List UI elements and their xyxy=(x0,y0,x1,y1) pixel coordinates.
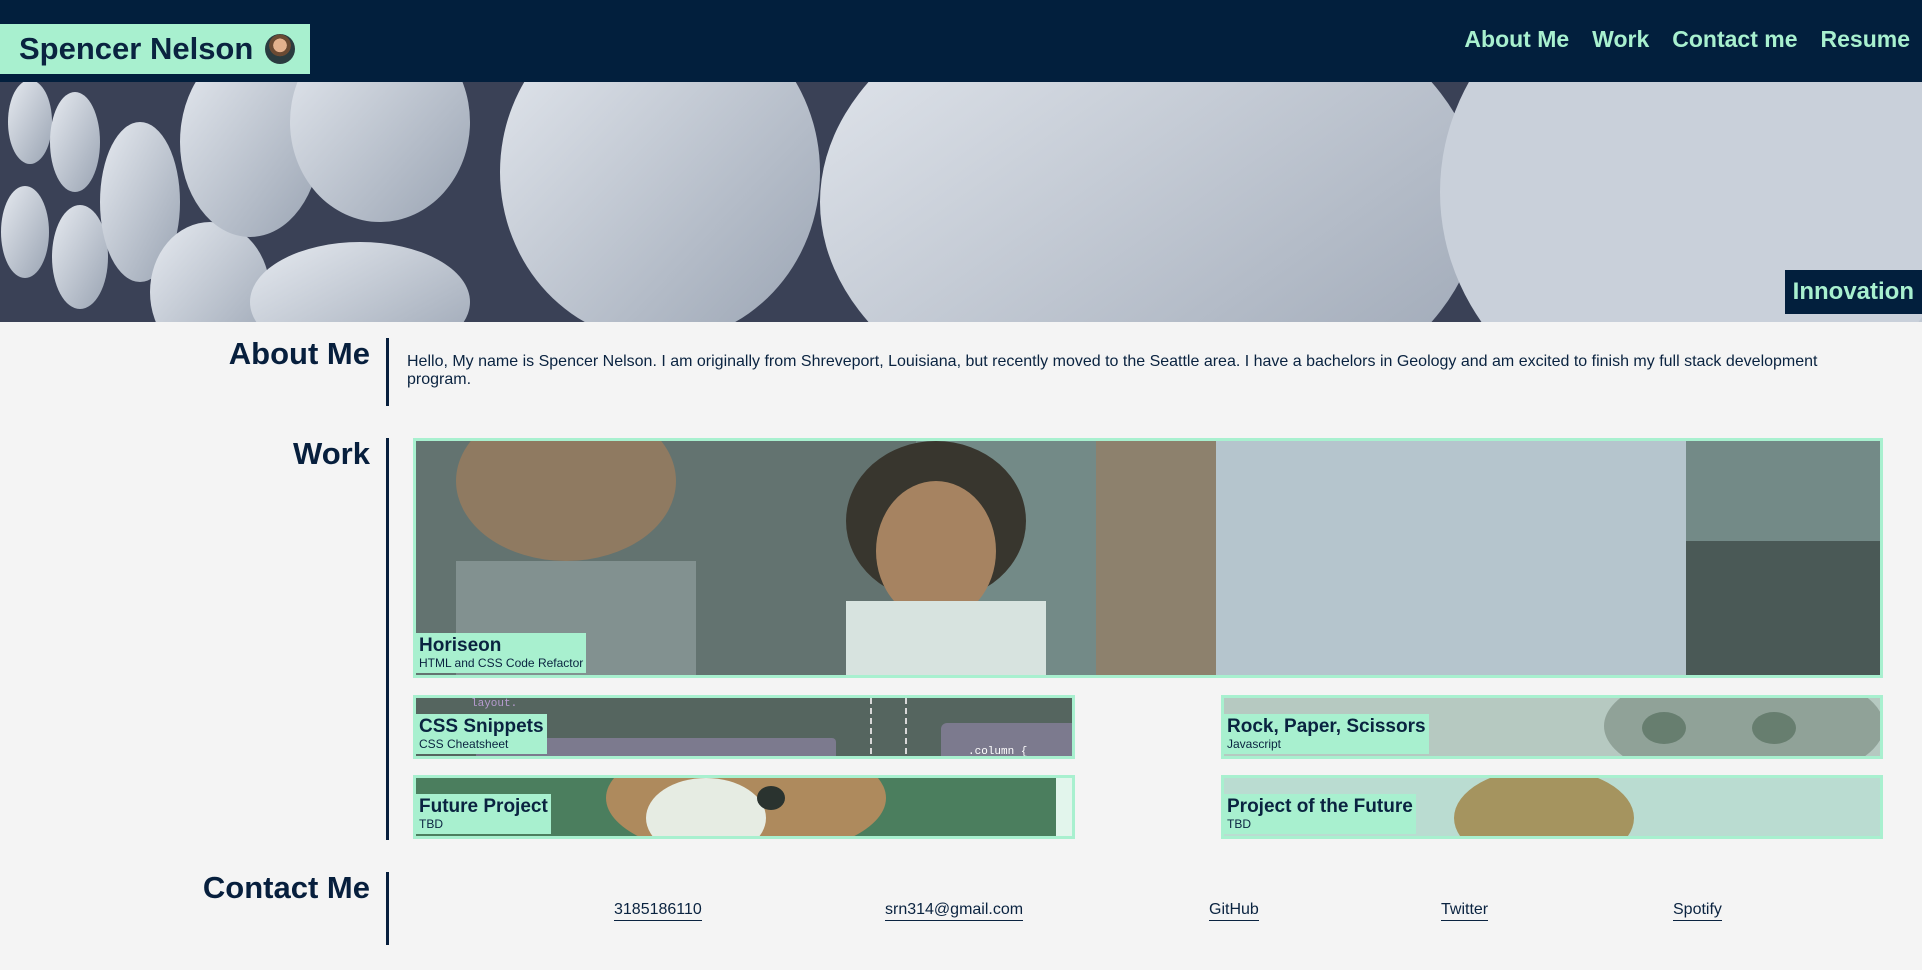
project-card-future-project[interactable]: Future Project TBD xyxy=(413,775,1075,839)
avatar xyxy=(265,34,296,64)
nav-resume[interactable]: Resume xyxy=(1821,26,1910,53)
project-label: Project of the Future TBD xyxy=(1224,794,1416,834)
project-subtitle: CSS Cheatsheet xyxy=(419,737,509,751)
project-card-rock-paper-scissors[interactable]: Rock, Paper, Scissors Javascript xyxy=(1221,695,1883,759)
about-text: Hello, My name is Spencer Nelson. I am o… xyxy=(407,353,1818,388)
project-title: Rock, Paper, Scissors xyxy=(1227,716,1426,737)
work-divider xyxy=(386,438,389,840)
project-card-project-of-the-future[interactable]: Project of the Future TBD xyxy=(1221,775,1883,839)
about-divider xyxy=(386,338,389,406)
site-header: Spencer Nelson About Me Work Contact me … xyxy=(0,0,1922,82)
project-subtitle: TBD xyxy=(1227,817,1251,831)
hero-image xyxy=(0,82,1922,322)
hero-banner: Innovation xyxy=(0,82,1922,322)
project-label: CSS Snippets CSS Cheatsheet xyxy=(416,714,547,754)
brand[interactable]: Spencer Nelson xyxy=(0,24,310,74)
project-subtitle: Javascript xyxy=(1227,737,1282,751)
contact-email-link[interactable]: srn314@gmail.com xyxy=(885,901,1024,921)
project-title: Future Project xyxy=(419,796,548,817)
project-image xyxy=(416,441,1880,675)
project-label: Horiseon HTML and CSS Code Refactor xyxy=(416,633,587,673)
project-label: Rock, Paper, Scissors Javascript xyxy=(1224,714,1429,754)
snippet-code: .column { xyxy=(968,746,1027,758)
project-label: Future Project TBD xyxy=(416,794,551,834)
project-title: Project of the Future xyxy=(1227,796,1413,817)
contact-title: Contact Me xyxy=(202,870,370,905)
contact-phone-link[interactable]: 3185186110 xyxy=(614,901,702,921)
main-nav: About Me Work Contact me Resume xyxy=(1441,26,1922,53)
project-subtitle: HTML and CSS Code Refactor xyxy=(419,656,584,670)
brand-name[interactable]: Spencer Nelson xyxy=(19,31,253,67)
snippet-word: layout. xyxy=(471,698,517,710)
contact-divider xyxy=(386,872,389,945)
contact-github-link[interactable]: GitHub xyxy=(1209,901,1259,921)
project-title: Horiseon xyxy=(419,635,502,656)
nav-contact-me[interactable]: Contact me xyxy=(1672,26,1797,53)
contact-spotify-link[interactable]: Spotify xyxy=(1673,901,1722,921)
project-card-horiseon[interactable]: Horiseon HTML and CSS Code Refactor xyxy=(413,438,1883,678)
contact-twitter-link[interactable]: Twitter xyxy=(1441,901,1489,921)
nav-work[interactable]: Work xyxy=(1592,26,1649,53)
project-title: CSS Snippets xyxy=(419,716,544,737)
project-subtitle: TBD xyxy=(419,817,443,831)
nav-about-me[interactable]: About Me xyxy=(1464,26,1569,53)
work-title: Work xyxy=(293,436,370,471)
about-title: About Me xyxy=(228,336,370,371)
project-card-css-snippets[interactable]: layout. .column { CSS Snippets CSS Cheat… xyxy=(413,695,1075,759)
hero-tag: Innovation xyxy=(1784,270,1922,314)
